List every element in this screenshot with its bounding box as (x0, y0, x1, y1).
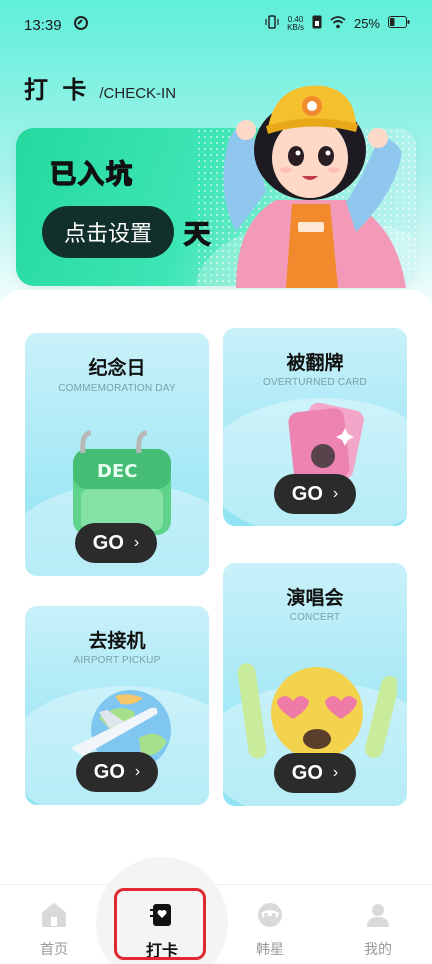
card-subtitle: COMMEMORATION DAY (58, 383, 176, 394)
card-title: 演唱会 (286, 587, 344, 609)
go-label: GO (291, 761, 323, 784)
network-speed: 0.40 KB/s (287, 15, 304, 32)
nav-profile[interactable]: 我的 (328, 885, 428, 964)
home-icon (40, 901, 68, 933)
chevron-right-icon: › (134, 763, 141, 780)
sim-icon (312, 15, 322, 32)
chevron-right-icon: › (332, 764, 339, 781)
page-title: 打 卡 (24, 76, 90, 104)
card-subtitle: AIRPORT PICKUP (73, 655, 161, 666)
profile-icon (364, 901, 392, 933)
bottom-nav: 首页 打卡 韩星 我的 (0, 857, 432, 964)
airport-pickup-card[interactable]: 去接机 AIRPORT PICKUP GO › (25, 606, 209, 805)
page-header: 打 卡 /CHECK-IN (24, 70, 176, 105)
cards-icon (279, 400, 369, 482)
calendar-month: DEC (97, 461, 137, 482)
emoji-lightstick-icon (237, 655, 399, 759)
battery-icon (388, 16, 410, 31)
chevron-right-icon: › (133, 534, 140, 551)
star-idol-icon (256, 901, 284, 933)
status-time: 13:39 (24, 17, 62, 34)
card-title: 去接机 (88, 630, 146, 652)
nav-label: 韩星 (256, 942, 284, 958)
card-subtitle: CONCERT (289, 612, 341, 623)
status-bar: 13:39 0.40 KB/s 25% (0, 0, 432, 50)
battery-level: 25% (353, 16, 380, 31)
card-title: 纪念日 (88, 357, 146, 379)
go-label: GO (93, 760, 125, 783)
active-tab-highlight (114, 888, 206, 960)
sync-icon (73, 15, 89, 34)
go-label: GO (92, 531, 124, 554)
nav-idols[interactable]: 韩星 (220, 885, 320, 964)
network-speed-unit: KB/s (287, 22, 304, 32)
character-illustration (206, 72, 416, 288)
flip-go-button[interactable]: GO › (274, 474, 356, 514)
nav-home[interactable]: 首页 (4, 885, 104, 964)
concert-card[interactable]: 演唱会 CONCERT GO › (223, 563, 407, 806)
go-label: GO (291, 482, 323, 505)
airport-go-button[interactable]: GO › (76, 752, 158, 792)
concert-go-button[interactable]: GO › (274, 753, 356, 793)
memorial-go-button[interactable]: GO › (75, 523, 157, 563)
banner-title: 已入坑 (49, 159, 135, 191)
set-days-button[interactable]: 点击设置 (42, 206, 174, 258)
page-subtitle: /CHECK-IN (99, 85, 177, 102)
card-subtitle: OVERTURNED CARD (263, 377, 367, 388)
nav-label: 我的 (364, 942, 392, 958)
card-title: 被翻牌 (286, 352, 344, 374)
wifi-icon (330, 15, 346, 32)
vibrate-icon (265, 15, 279, 32)
memorial-day-card[interactable]: 纪念日 COMMEMORATION DAY DEC GO › (25, 333, 209, 576)
overturned-card-card[interactable]: 被翻牌 OVERTURNED CARD GO › (223, 328, 407, 526)
chevron-right-icon: › (332, 485, 339, 502)
nav-label: 首页 (40, 942, 68, 958)
